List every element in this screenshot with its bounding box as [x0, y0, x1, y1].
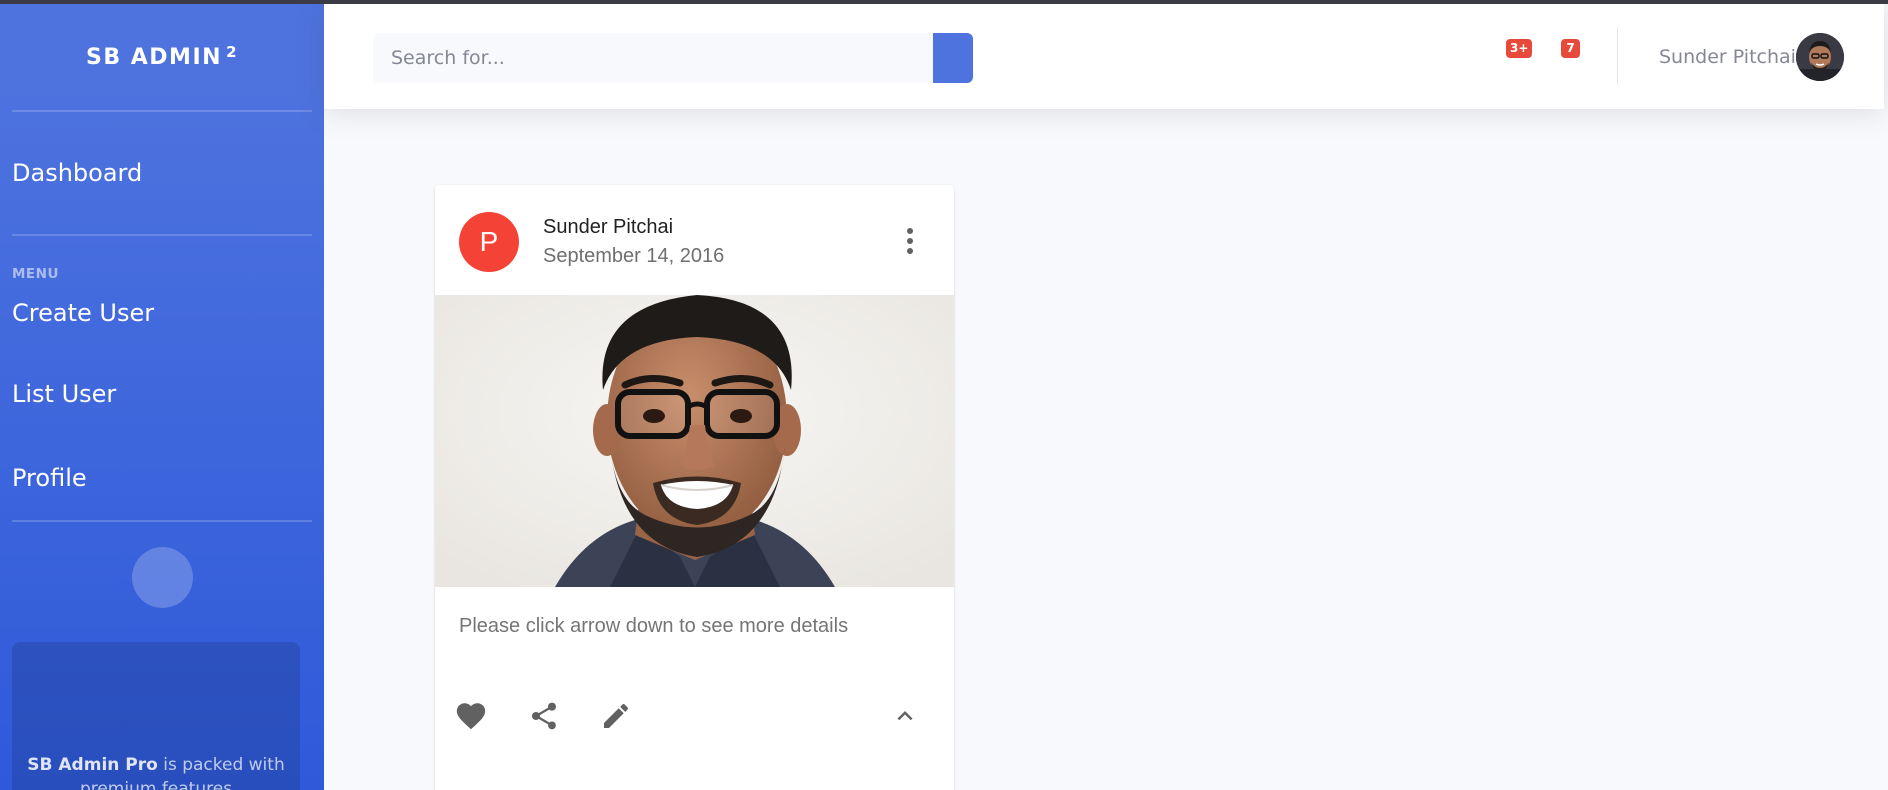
sidebar-heading-menu: MENU	[12, 266, 59, 282]
post-card: P Sunder Pitchai September 14, 2016 Plea…	[435, 185, 954, 790]
topbar-search	[373, 33, 973, 83]
sidebar-item-create-user[interactable]: Create User	[0, 288, 324, 356]
sidebar-item-dashboard[interactable]: Dashboard	[0, 112, 324, 234]
user-name[interactable]: Sunder Pitchai	[1659, 46, 1796, 68]
expand-less-icon[interactable]	[881, 692, 929, 740]
user-avatar[interactable]	[1796, 33, 1844, 81]
portrait-image	[435, 295, 954, 587]
topbar-divider	[1617, 27, 1618, 85]
sidebar-divider	[12, 520, 312, 522]
favorite-icon[interactable]	[447, 692, 495, 740]
sidebar-toggle-wrap	[0, 547, 324, 608]
share-icon[interactable]	[520, 692, 568, 740]
search-input[interactable]	[373, 33, 933, 83]
user-avatar-photo-icon	[1796, 33, 1844, 81]
promo-product-name: SB Admin Pro	[27, 755, 158, 775]
edit-icon[interactable]	[592, 692, 640, 740]
alerts-badge[interactable]: 3+	[1506, 39, 1533, 58]
card-media-photo	[435, 295, 954, 587]
brand-text: SB ADMIN	[86, 44, 223, 70]
sidebar-promo-card: SB Admin Pro is packed with premium feat…	[12, 642, 300, 790]
card-subheader: September 14, 2016	[543, 245, 725, 267]
card-avatar: P	[459, 212, 519, 272]
sidebar-toggle-button[interactable]	[131, 547, 193, 608]
messages-badge[interactable]: 7	[1561, 39, 1580, 58]
sidebar-brand[interactable]: SB ADMIN 2	[0, 4, 324, 110]
topbar: 3+ 7 Sunder Pitchai	[324, 4, 1884, 109]
sidebar-item-list-user[interactable]: List User	[0, 352, 324, 436]
card-body-text: Please click arrow down to see more deta…	[459, 615, 849, 637]
brand-version: 2	[226, 43, 238, 61]
sidebar-item-profile[interactable]: Profile	[0, 436, 324, 520]
card-title: Sunder Pitchai	[543, 216, 674, 238]
search-button[interactable]	[933, 33, 973, 83]
sidebar: SB ADMIN 2 Dashboard MENU Create User Lis…	[0, 4, 324, 790]
window-top-border	[0, 0, 1888, 4]
more-vert-icon[interactable]	[895, 219, 925, 263]
